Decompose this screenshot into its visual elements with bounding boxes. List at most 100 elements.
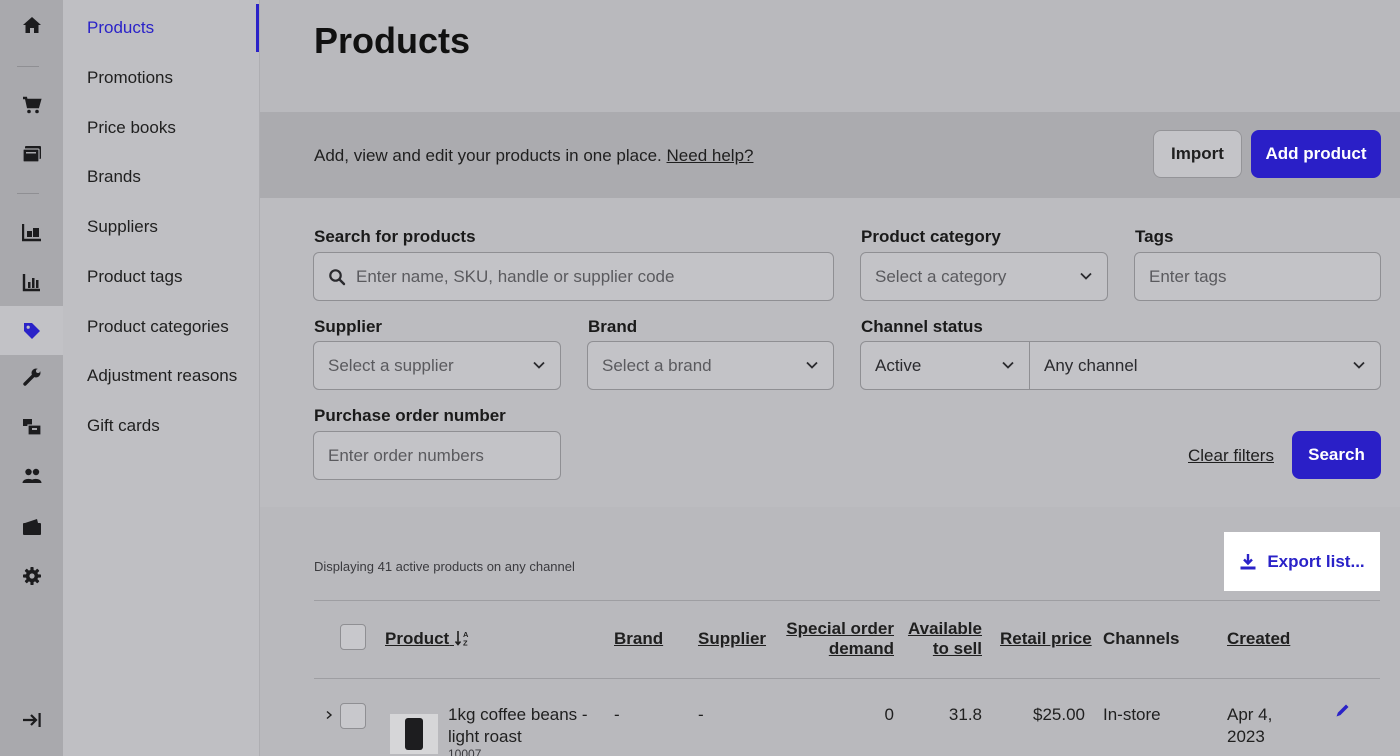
collapse-icon[interactable] xyxy=(0,700,63,740)
settings-icon[interactable] xyxy=(0,556,63,596)
page-description: Add, view and edit your products in one … xyxy=(314,146,753,166)
export-list-button[interactable]: Export list... xyxy=(1224,532,1380,591)
description-text: Add, view and edit your products in one … xyxy=(314,146,662,165)
edit-pencil-icon[interactable] xyxy=(1335,702,1351,718)
import-button[interactable]: Import xyxy=(1153,130,1242,178)
status-value: Active xyxy=(875,355,922,375)
subnav-item-brands[interactable]: Brands xyxy=(87,167,141,187)
category-select[interactable]: Select a category xyxy=(860,252,1108,301)
product-name-link[interactable]: 1kg coffee beans - light roast 10007 xyxy=(448,704,598,756)
reports-icon[interactable] xyxy=(0,262,63,302)
available-header-line-2: to sell xyxy=(932,639,982,658)
search-button[interactable]: Search xyxy=(1292,431,1381,479)
tag-icon[interactable] xyxy=(0,306,63,355)
column-header-created[interactable]: Created xyxy=(1227,629,1290,649)
cell-retail-price: $25.00 xyxy=(1033,705,1085,724)
rail-divider xyxy=(17,193,39,194)
products-subnav: Products Promotions Price books Brands S… xyxy=(63,0,260,756)
main-content: Products Add, view and edit your product… xyxy=(260,0,1400,756)
category-label: Product category xyxy=(861,227,1001,246)
icon-rail xyxy=(0,0,63,756)
cell-channels: In-store xyxy=(1103,705,1161,724)
page-title: Products xyxy=(314,20,471,61)
stock-icon[interactable] xyxy=(0,407,63,447)
search-input[interactable]: Enter name, SKU, handle or supplier code xyxy=(313,252,834,301)
cart-icon[interactable] xyxy=(0,85,63,125)
supplier-label: Supplier xyxy=(314,317,383,336)
tags-placeholder: Enter tags xyxy=(1149,266,1227,286)
active-indicator xyxy=(256,4,259,52)
need-help-link[interactable]: Need help? xyxy=(667,146,754,165)
coffee-jar-image xyxy=(405,718,423,750)
customers-icon[interactable] xyxy=(0,456,63,496)
status-select[interactable]: Active xyxy=(860,341,1030,390)
subnav-item-promotions[interactable]: Promotions xyxy=(87,68,173,88)
column-header-retail-price[interactable]: Retail price xyxy=(1000,629,1092,649)
channel-select[interactable]: Any channel xyxy=(1029,341,1381,390)
supplier-placeholder: Select a supplier xyxy=(328,355,454,375)
product-name-line-2: light roast xyxy=(448,727,522,746)
brand-placeholder: Select a brand xyxy=(602,355,712,375)
cell-brand: - xyxy=(614,705,620,724)
svg-text:Z: Z xyxy=(463,639,468,648)
subnav-item-product-categories[interactable]: Product categories xyxy=(87,317,229,337)
select-all-checkbox[interactable] xyxy=(340,624,366,650)
channel-value: Any channel xyxy=(1044,355,1138,375)
product-sku: 10007 xyxy=(448,747,482,756)
wrench-icon[interactable] xyxy=(0,357,63,397)
subnav-item-suppliers[interactable]: Suppliers xyxy=(87,217,158,237)
po-number-input[interactable]: Enter order numbers xyxy=(313,431,561,480)
clear-filters-link[interactable]: Clear filters xyxy=(1188,446,1274,466)
search-placeholder: Enter name, SKU, handle or supplier code xyxy=(356,266,675,286)
column-header-product[interactable]: Product AZ xyxy=(385,629,472,649)
subnav-item-price-books[interactable]: Price books xyxy=(87,118,176,138)
available-header-line-1: Available xyxy=(907,619,982,638)
chevron-down-icon xyxy=(1002,361,1014,369)
subnav-item-products[interactable]: Products xyxy=(87,18,154,38)
inventory-icon[interactable] xyxy=(0,212,63,252)
brand-select[interactable]: Select a brand xyxy=(587,341,834,390)
channel-status-label: Channel status xyxy=(861,317,983,336)
row-checkbox[interactable] xyxy=(340,703,366,729)
subnav-item-gift-cards[interactable]: Gift cards xyxy=(87,416,160,436)
po-label: Purchase order number xyxy=(314,406,506,425)
column-header-brand[interactable]: Brand xyxy=(614,629,663,649)
column-header-available-to-sell[interactable]: Available to sell xyxy=(900,619,982,659)
chevron-down-icon xyxy=(806,361,818,369)
home-icon[interactable] xyxy=(0,5,63,45)
chevron-down-icon xyxy=(533,361,545,369)
table-header-divider xyxy=(314,678,1380,679)
product-name-line-1: 1kg coffee beans - xyxy=(448,705,588,724)
special-header-line-1: Special order xyxy=(786,619,894,638)
results-count: Displaying 41 active products on any cha… xyxy=(314,559,575,574)
add-product-button[interactable]: Add product xyxy=(1251,130,1381,178)
tags-input[interactable]: Enter tags xyxy=(1134,252,1381,301)
search-icon xyxy=(329,268,346,285)
column-header-supplier[interactable]: Supplier xyxy=(698,629,766,649)
wallet-icon[interactable] xyxy=(0,507,63,547)
cell-available-to-sell: 31.8 xyxy=(948,705,982,724)
chevron-down-icon xyxy=(1080,272,1092,280)
export-label: Export list... xyxy=(1267,551,1365,571)
download-icon xyxy=(1240,553,1256,569)
rail-divider xyxy=(17,66,39,67)
cell-special-order-demand: 0 xyxy=(884,705,894,724)
chevron-right-icon[interactable] xyxy=(324,710,334,720)
category-placeholder: Select a category xyxy=(875,266,1007,286)
tags-label: Tags xyxy=(1135,227,1174,246)
created-line-2: 2023 xyxy=(1227,727,1265,746)
register-icon[interactable] xyxy=(0,134,63,174)
sort-alpha-icon: AZ xyxy=(454,630,469,648)
results-section: Displaying 41 active products on any cha… xyxy=(260,507,1400,756)
special-header-line-2: demand xyxy=(828,639,894,658)
cell-supplier: - xyxy=(698,705,704,724)
info-bar: Add, view and edit your products in one … xyxy=(260,112,1400,198)
supplier-select[interactable]: Select a supplier xyxy=(313,341,561,390)
subnav-item-product-tags[interactable]: Product tags xyxy=(87,267,182,287)
column-header-channels: Channels xyxy=(1103,629,1180,648)
column-header-special-order-demand[interactable]: Special order demand xyxy=(780,619,894,659)
chevron-down-icon xyxy=(1353,361,1365,369)
product-thumbnail xyxy=(390,714,438,754)
cell-created: Apr 4, 2023 xyxy=(1227,704,1272,748)
subnav-item-adjustment-reasons[interactable]: Adjustment reasons xyxy=(87,366,237,386)
